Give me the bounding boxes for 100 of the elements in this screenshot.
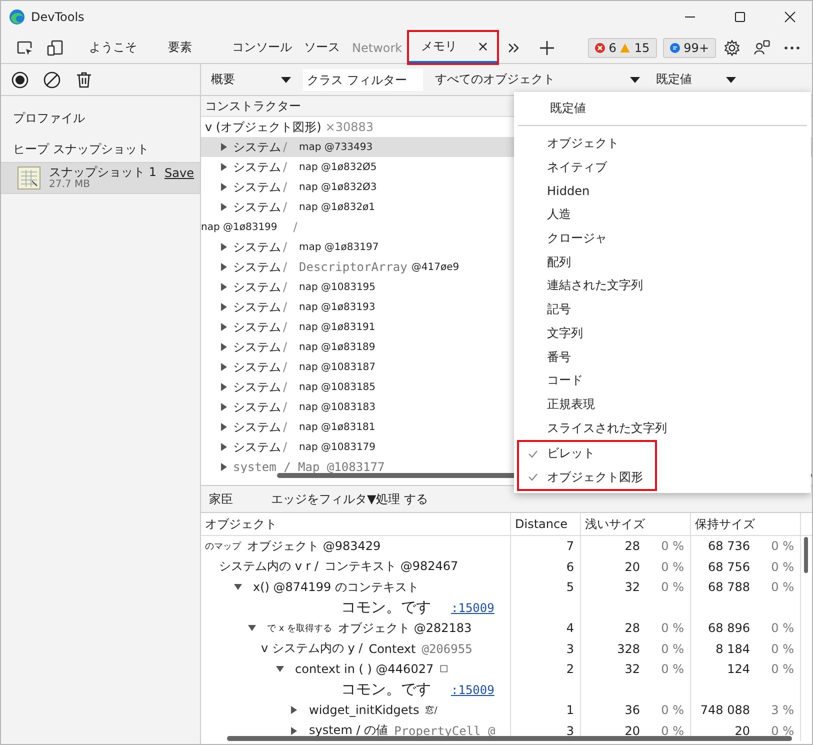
preset-dropdown[interactable]: 既定値: [652, 69, 740, 90]
menu-item[interactable]: ビレット: [519, 442, 655, 466]
class-filter-field[interactable]: クラス フィルター: [303, 68, 423, 90]
expand-arrow-icon[interactable]: [233, 582, 243, 592]
issues-button[interactable]: 99+: [662, 38, 716, 58]
object-label: のマップ: [205, 540, 241, 553]
object-filter-dropdown[interactable]: すべてのオブジェクト: [431, 69, 644, 90]
column-header[interactable]: Distance: [511, 513, 581, 535]
object-label: widget_initKidgets: [309, 703, 420, 718]
expand-arrow-icon[interactable]: [289, 705, 299, 716]
expand-arrow-icon[interactable]: [219, 182, 229, 192]
expand-arrow-icon[interactable]: [219, 462, 229, 472]
more-icon[interactable]: [783, 44, 801, 50]
tab-close-button[interactable]: ×: [477, 38, 489, 54]
source-link[interactable]: :15009: [451, 682, 494, 697]
distance-cell: 7: [566, 539, 574, 554]
menu-item[interactable]: 番号: [514, 345, 811, 369]
separator-text: /: [282, 180, 288, 194]
tab[interactable]: コンソール: [218, 33, 297, 62]
console-counts-button[interactable]: 6 15: [588, 38, 657, 58]
column-header[interactable]: 保持サイズ: [691, 513, 801, 535]
dropdown-arrow-icon: [726, 76, 736, 82]
retained-size-cell: 68 896: [708, 621, 750, 636]
object-count: ×30883: [325, 120, 374, 134]
expand-arrow-icon[interactable]: [219, 422, 229, 432]
inspect-icon[interactable]: [16, 38, 34, 56]
column-header[interactable]: コンストラクター: [205, 98, 301, 114]
scrollbar-thumb[interactable]: [227, 736, 792, 741]
expand-arrow-icon[interactable]: [219, 162, 229, 172]
view-dropdown[interactable]: 概要: [207, 69, 295, 90]
device-icon[interactable]: [46, 38, 64, 56]
menu-item[interactable]: オブジェクト図形: [519, 466, 655, 490]
snapshot-item[interactable]: スナップショット 1 27.7 MB Save: [1, 162, 200, 194]
retained-percent-cell-text: 0 %: [770, 621, 794, 636]
tab[interactable]: メモリ ×: [409, 32, 497, 63]
menu-item[interactable]: 文字列: [514, 322, 811, 346]
people-icon[interactable]: [753, 38, 771, 56]
menu-item[interactable]: コード: [514, 368, 811, 393]
separator-text: /: [282, 320, 288, 334]
tab[interactable]: 要素: [163, 33, 216, 62]
dropdown-arrow-icon: [630, 76, 640, 82]
expand-arrow-icon[interactable]: [219, 142, 229, 152]
expand-arrow-icon[interactable]: [219, 302, 229, 312]
tab[interactable]: ソース: [299, 33, 345, 62]
menu-item[interactable]: 連結された文字列: [514, 274, 811, 298]
maximize-icon[interactable]: [734, 10, 746, 22]
expand-arrow-icon[interactable]: [219, 382, 229, 392]
menu-item[interactable]: 正規表現: [514, 392, 811, 416]
separator-text: /: [282, 400, 288, 414]
scrollbar-thumb[interactable]: [804, 537, 808, 573]
save-link[interactable]: Save: [164, 166, 194, 180]
column-header[interactable]: 浅いサイズ: [581, 513, 691, 535]
object-label: context in ( ) @446027: [295, 662, 434, 676]
tab-label: ソース: [304, 39, 340, 56]
double-chevron-icon[interactable]: [506, 40, 521, 54]
retained-size-cell: 68 736: [708, 539, 750, 554]
tab-label: ようこそ: [89, 39, 137, 56]
menu-item[interactable]: Hidden: [514, 179, 811, 204]
retained-percent-cell-text: 0 %: [770, 560, 794, 574]
retained-percent-cell-text: 0 %: [770, 642, 794, 656]
trash-icon[interactable]: [75, 70, 93, 88]
shallow-percent-cell-text: 0 %: [660, 621, 684, 636]
close-icon[interactable]: [784, 10, 796, 22]
expand-arrow-icon[interactable]: [219, 202, 229, 212]
tab-label: Network: [352, 40, 402, 54]
record-icon[interactable]: [11, 70, 29, 88]
source-link[interactable]: :15009: [451, 600, 494, 615]
separator-text: /: [282, 200, 288, 214]
tab[interactable]: ようこそ: [71, 33, 161, 62]
snapshot-name: スナップショット 1: [49, 166, 157, 180]
expand-arrow-icon[interactable]: [219, 442, 229, 452]
menu-item[interactable]: クロージャ: [514, 226, 811, 250]
shallow-size-cell: 32: [624, 662, 640, 676]
object-label: オブジェクト @282183: [338, 620, 472, 637]
expand-arrow-icon[interactable]: [275, 664, 285, 674]
expand-arrow-icon[interactable]: [219, 402, 229, 412]
expand-arrow-icon[interactable]: [289, 726, 299, 736]
warning-icon: [620, 42, 630, 52]
menu-item[interactable]: 配列: [514, 250, 811, 274]
plus-icon[interactable]: [538, 40, 555, 56]
expand-arrow-icon[interactable]: [219, 322, 229, 332]
menu-item[interactable]: 人造: [514, 203, 811, 227]
menu-item[interactable]: スライスされた文字列: [514, 416, 811, 440]
expand-arrow-icon[interactable]: [247, 623, 257, 634]
menu-item[interactable]: ネイティブ: [514, 156, 811, 180]
column-header[interactable]: オブジェクト: [201, 513, 511, 535]
expand-arrow-icon[interactable]: [219, 262, 229, 272]
settings-icon[interactable]: [723, 38, 741, 56]
menu-item[interactable]: 記号: [514, 298, 811, 322]
expand-arrow-icon[interactable]: [219, 242, 229, 252]
shallow-size-cell: 36: [624, 703, 640, 718]
retainers-tab[interactable]: 家臣: [209, 490, 233, 508]
clear-icon[interactable]: [43, 70, 61, 88]
expand-arrow-icon[interactable]: [219, 342, 229, 352]
group-label[interactable]: v (オブジェクト図形): [205, 118, 322, 136]
menu-item[interactable]: 既定値: [514, 92, 811, 125]
expand-arrow-icon[interactable]: [219, 362, 229, 372]
edge-filter-label[interactable]: エッジをフィルタ▼処理 する: [271, 490, 428, 508]
chat-bubble-icon: [670, 42, 680, 52]
expand-arrow-icon[interactable]: [219, 282, 229, 292]
